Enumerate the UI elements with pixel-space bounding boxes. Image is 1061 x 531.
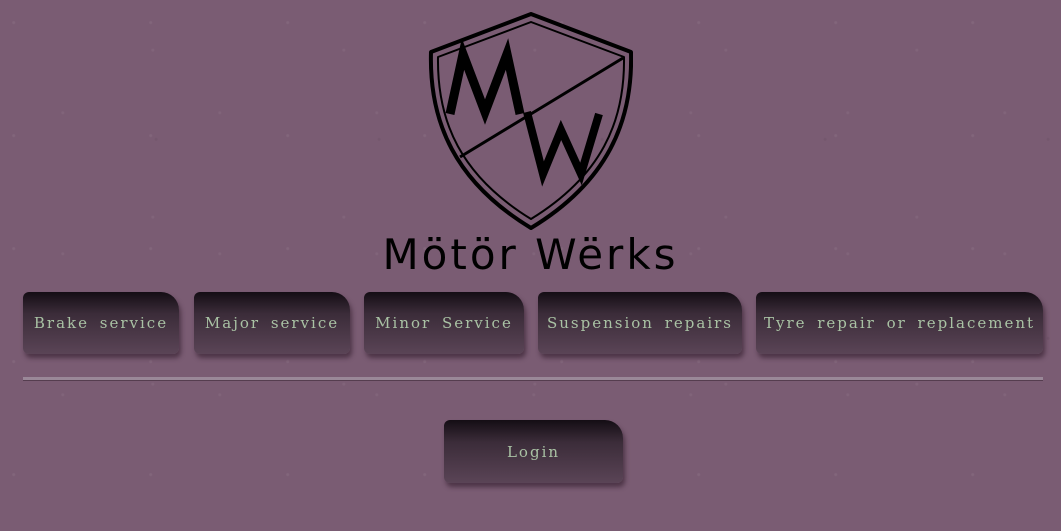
minor-service-button[interactable]: Minor Service (364, 292, 524, 354)
brand-name: Mötör Wërks (382, 230, 679, 279)
brand-logo: Mötör Wërks (0, 8, 1061, 279)
login-button[interactable]: Login (444, 420, 623, 483)
major-service-button[interactable]: Major service (194, 292, 350, 354)
shield-logo-icon (428, 12, 633, 230)
divider (23, 377, 1043, 380)
tyre-repair-button[interactable]: Tyre repair or replacement (756, 292, 1043, 354)
brake-service-button[interactable]: Brake service (23, 292, 179, 354)
suspension-repairs-button[interactable]: Suspension repairs (538, 292, 742, 354)
